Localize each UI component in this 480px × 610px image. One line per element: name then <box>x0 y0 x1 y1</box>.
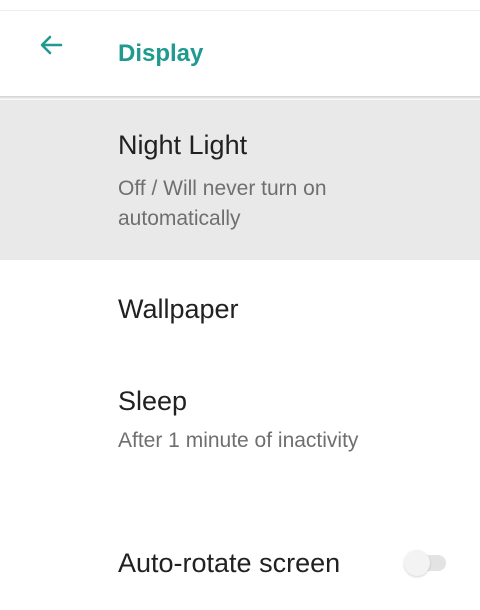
setting-title: Wallpaper <box>118 294 239 324</box>
setting-title: Night Light <box>118 130 248 160</box>
setting-title: Sleep <box>118 386 188 416</box>
setting-summary: Off / Will never turn on automatically <box>118 177 327 230</box>
setting-title: Auto-rotate screen <box>118 548 341 578</box>
setting-wallpaper[interactable]: Wallpaper <box>0 260 480 360</box>
display-settings-screen: Display Night Light Off / Will never tur… <box>0 0 480 610</box>
arrow-left-icon[interactable] <box>36 30 66 60</box>
setting-sleep[interactable]: Sleep After 1 minute of inactivity <box>0 360 480 520</box>
toggle-thumb <box>404 550 430 576</box>
auto-rotate-toggle[interactable] <box>402 548 452 578</box>
setting-night-light[interactable]: Night Light Off / Will never turn on aut… <box>0 100 480 260</box>
app-bar <box>0 11 480 97</box>
page-title: Display <box>118 40 204 67</box>
setting-summary: After 1 minute of inactivity <box>118 429 359 452</box>
